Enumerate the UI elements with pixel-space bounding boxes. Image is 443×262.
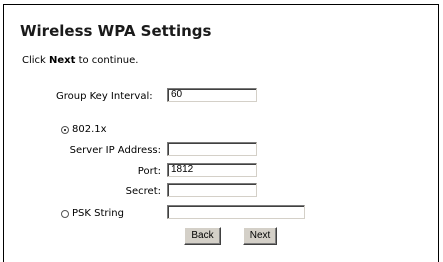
- instruction-text: Click Next to continue.: [22, 55, 138, 66]
- page-title: Wireless WPA Settings: [20, 22, 212, 40]
- server-ip-input[interactable]: [167, 142, 257, 156]
- port-label: Port:: [137, 166, 161, 177]
- psk-radio[interactable]: [61, 209, 69, 218]
- psk-option[interactable]: PSK String: [61, 208, 124, 219]
- instruction-next-emphasis: Next: [49, 55, 76, 66]
- psk-radio-label: PSK String: [72, 208, 124, 219]
- back-button[interactable]: Back: [184, 227, 221, 245]
- instruction-suffix: to continue.: [75, 55, 139, 66]
- group-key-interval-label: Group Key Interval:: [56, 91, 153, 102]
- server-ip-label: Server IP Address:: [69, 145, 161, 156]
- psk-string-input[interactable]: [167, 205, 305, 219]
- secret-label: Secret:: [125, 186, 161, 197]
- group-key-interval-input[interactable]: 60: [167, 88, 257, 102]
- next-button[interactable]: Next: [243, 227, 277, 245]
- radius-radio[interactable]: [61, 125, 69, 134]
- secret-input[interactable]: [167, 183, 257, 197]
- port-input[interactable]: 1812: [167, 163, 257, 177]
- radius-radio-label: 802.1x: [72, 124, 107, 135]
- radius-option[interactable]: 802.1x: [61, 124, 107, 135]
- instruction-prefix: Click: [22, 55, 50, 66]
